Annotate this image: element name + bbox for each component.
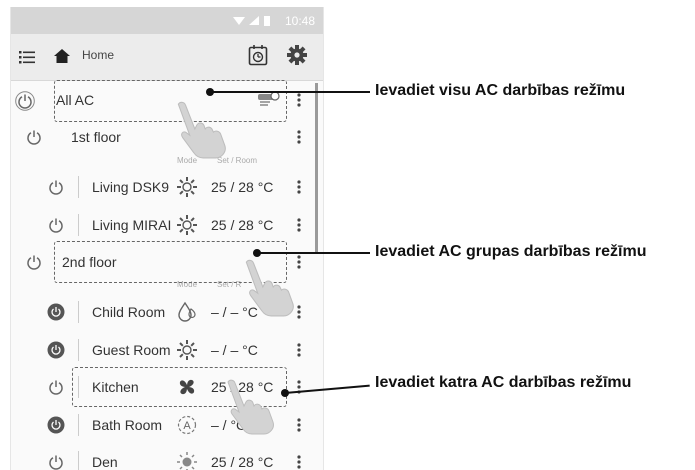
power-icon[interactable]: [47, 216, 65, 234]
divider: [78, 414, 79, 436]
droplet-icon: [176, 301, 198, 323]
unit-name: Den: [92, 454, 118, 470]
pointing-hand-icon: [236, 256, 298, 318]
power-icon[interactable]: [25, 128, 43, 146]
more-options-icon[interactable]: [297, 455, 301, 469]
unit-name: Living DSK9: [92, 179, 170, 195]
schedule-timer-icon[interactable]: [248, 44, 268, 66]
unit-name: Bath Room: [92, 417, 163, 433]
divider: [78, 339, 79, 361]
group-row-1st-floor[interactable]: 1st floor: [11, 118, 323, 156]
sun-icon: [176, 451, 198, 470]
unit-name: Child Room: [92, 304, 166, 320]
ac-unit-row[interactable]: Den 25 / 28 °C: [11, 443, 323, 470]
page-title: Home: [82, 48, 115, 62]
power-icon[interactable]: [25, 253, 43, 271]
status-bar: 10:48: [11, 7, 323, 34]
temperature-value: – / – °C: [211, 342, 258, 358]
power-icon[interactable]: [15, 91, 35, 111]
power-icon[interactable]: [47, 378, 65, 396]
divider: [78, 176, 79, 198]
ac-unit-row[interactable]: Living DSK9 25 / 28 °C: [11, 168, 323, 206]
more-options-icon[interactable]: [297, 93, 301, 107]
callout-line: [210, 91, 370, 93]
divider: [78, 301, 79, 323]
unit-name: Living MIRAI: [92, 217, 172, 233]
divider: [78, 451, 79, 470]
temperature-value: 25 / 28 °C: [211, 454, 274, 470]
power-icon[interactable]: [47, 453, 65, 470]
ac-unit-row[interactable]: Guest Room – / – °C: [11, 331, 323, 369]
power-icon[interactable]: [47, 303, 65, 321]
callout-group: Ievadiet AC grupas darbības režīmu: [375, 243, 647, 260]
more-options-icon[interactable]: [297, 180, 301, 194]
pointing-hand-icon: [168, 98, 230, 160]
ac-unit-row[interactable]: Living MIRAI 25 / 28 °C: [11, 206, 323, 244]
signal-battery-icon: [233, 16, 270, 26]
more-options-icon[interactable]: [297, 130, 301, 144]
divider: [78, 214, 79, 236]
pointing-hand-icon: [218, 376, 278, 436]
sun-gear-icon: [176, 214, 198, 236]
sun-gear-icon: [176, 339, 198, 361]
temperature-value: 25 / 28 °C: [211, 217, 274, 233]
callout-line: [257, 252, 370, 254]
callout-unit: Ievadiet katra AC darbības režīmu: [375, 374, 632, 391]
home-icon[interactable]: [54, 48, 70, 64]
unit-name: Guest Room: [92, 342, 171, 358]
gear-icon[interactable]: [287, 45, 307, 65]
power-icon[interactable]: [47, 341, 65, 359]
power-icon[interactable]: [47, 416, 65, 434]
auto-mode-icon: [176, 414, 198, 436]
more-options-icon[interactable]: [297, 418, 301, 432]
more-options-icon[interactable]: [297, 218, 301, 232]
more-options-icon[interactable]: [297, 343, 301, 357]
callout-all-ac: Ievadiet visu AC darbības režīmu: [375, 82, 626, 99]
power-icon[interactable]: [47, 178, 65, 196]
temperature-value: 25 / 28 °C: [211, 179, 274, 195]
sun-gear-icon: [176, 176, 198, 198]
group-label: 1st floor: [71, 129, 121, 145]
list-menu-icon[interactable]: [19, 49, 35, 65]
clock-time: 10:48: [284, 14, 315, 28]
app-bar: Home: [11, 34, 323, 81]
